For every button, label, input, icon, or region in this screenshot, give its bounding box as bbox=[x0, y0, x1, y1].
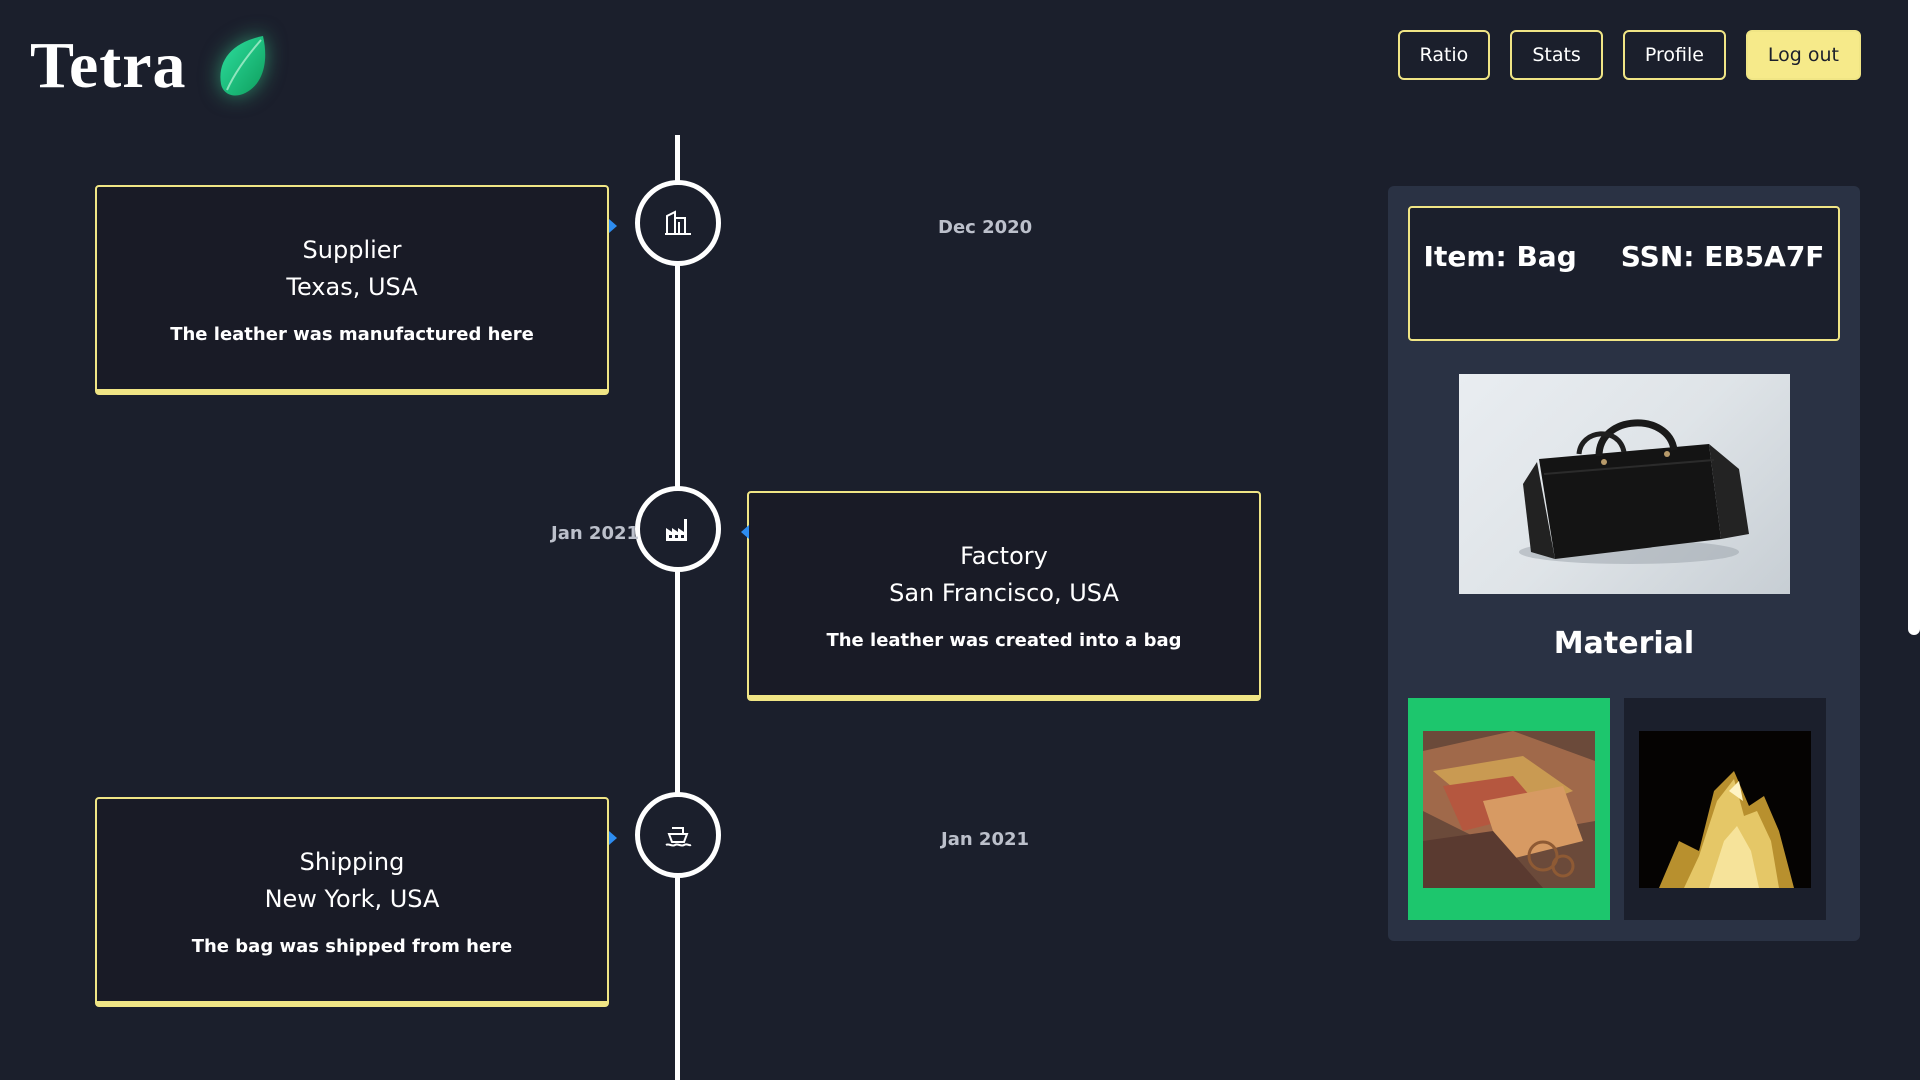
logout-button[interactable]: Log out bbox=[1745, 30, 1861, 80]
card-pointer bbox=[609, 831, 617, 845]
card-description: The leather was created into a bag bbox=[826, 629, 1182, 651]
card-place: New York, USA bbox=[264, 884, 440, 913]
timeline-node bbox=[635, 180, 721, 266]
timeline-line bbox=[675, 135, 680, 1080]
timeline-date: Dec 2020 bbox=[938, 217, 1033, 238]
card-title: Supplier bbox=[302, 235, 402, 264]
building-icon bbox=[665, 210, 691, 235]
card-pointer bbox=[741, 525, 749, 539]
material-option-leather[interactable] bbox=[1408, 698, 1610, 920]
card-pointer bbox=[609, 219, 617, 233]
factory-icon bbox=[666, 519, 687, 541]
stats-button[interactable]: Stats bbox=[1510, 30, 1603, 80]
timeline-card-supplier[interactable]: Supplier Texas, USA The leather was manu… bbox=[95, 185, 609, 395]
card-place: Texas, USA bbox=[286, 272, 418, 301]
ratio-button[interactable]: Ratio bbox=[1397, 30, 1491, 80]
top-nav: Ratio Stats Profile Log out bbox=[1397, 30, 1861, 80]
leaf-icon bbox=[219, 36, 265, 96]
material-heading: Material bbox=[1553, 626, 1695, 661]
leather-image bbox=[1423, 731, 1595, 888]
card-description: The leather was manufactured here bbox=[170, 323, 534, 345]
gold-image bbox=[1639, 731, 1811, 888]
timeline-date: Jan 2021 bbox=[551, 523, 640, 544]
logo[interactable]: Tetra bbox=[30, 28, 273, 104]
item-panel: Item: Bag SSN: EB5A7F Material bbox=[1388, 186, 1860, 941]
item-name: Item: Bag bbox=[1423, 240, 1577, 273]
timeline-card-shipping[interactable]: Shipping New York, USA The bag was shipp… bbox=[95, 797, 609, 1007]
timeline-date: Jan 2021 bbox=[941, 829, 1030, 850]
card-description: The bag was shipped from here bbox=[191, 935, 513, 957]
timeline-node bbox=[635, 792, 721, 878]
profile-button[interactable]: Profile bbox=[1622, 30, 1726, 80]
app-title: Tetra bbox=[30, 29, 187, 102]
card-title: Factory bbox=[960, 541, 1048, 570]
timeline-card-factory[interactable]: Factory San Francisco, USA The leather w… bbox=[747, 491, 1261, 701]
card-title: Shipping bbox=[299, 847, 405, 876]
timeline-node bbox=[635, 486, 721, 572]
item-info: Item: Bag SSN: EB5A7F bbox=[1408, 206, 1840, 341]
item-ssn: SSN: EB5A7F bbox=[1620, 240, 1825, 273]
card-place: San Francisco, USA bbox=[889, 578, 1119, 607]
material-option-gold[interactable] bbox=[1624, 698, 1826, 920]
ship-icon bbox=[665, 827, 692, 847]
product-image bbox=[1459, 374, 1790, 594]
scrollbar[interactable] bbox=[1908, 0, 1920, 635]
